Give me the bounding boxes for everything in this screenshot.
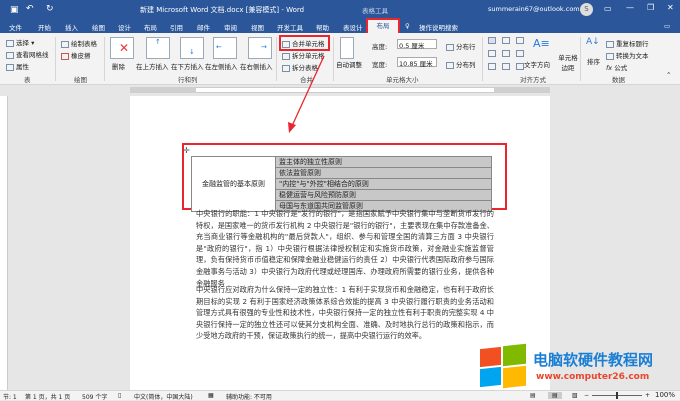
zoom-slider-thumb[interactable]: [616, 392, 618, 399]
watermark-url: www.computer26.com: [536, 372, 650, 382]
zoom-out-button[interactable]: −: [584, 392, 589, 399]
web-layout-icon[interactable]: ▧: [572, 392, 578, 399]
watermark-title: 电脑软硬件教程网: [533, 351, 654, 369]
paragraph-central-bank-functions[interactable]: 中央银行的职能：1 中央银行是"发行的银行"，是指国家赋予中央银行集中与垄断货币…: [196, 208, 494, 289]
paragraph-central-bank-independence[interactable]: 中央银行应对政府为什么保持一定的独立性：1 有利于实现货币和金融稳定，也有利于政…: [196, 284, 494, 342]
proofing-icon[interactable]: ▯: [118, 392, 121, 399]
print-layout-icon[interactable]: ▤: [548, 392, 562, 399]
macro-icon[interactable]: ▦: [208, 392, 214, 399]
read-mode-icon[interactable]: ▤: [530, 392, 536, 399]
zoom-in-button[interactable]: +: [645, 392, 650, 399]
status-bar: 节: 1 第 1 页，共 1 页 509 个字 ▯ 中文(简体，中国大陆) ▦ …: [0, 390, 680, 401]
zoom-level[interactable]: 100%: [655, 391, 675, 400]
watermark-logo: 电脑软硬件教程网 www.computer26.com: [478, 343, 678, 390]
